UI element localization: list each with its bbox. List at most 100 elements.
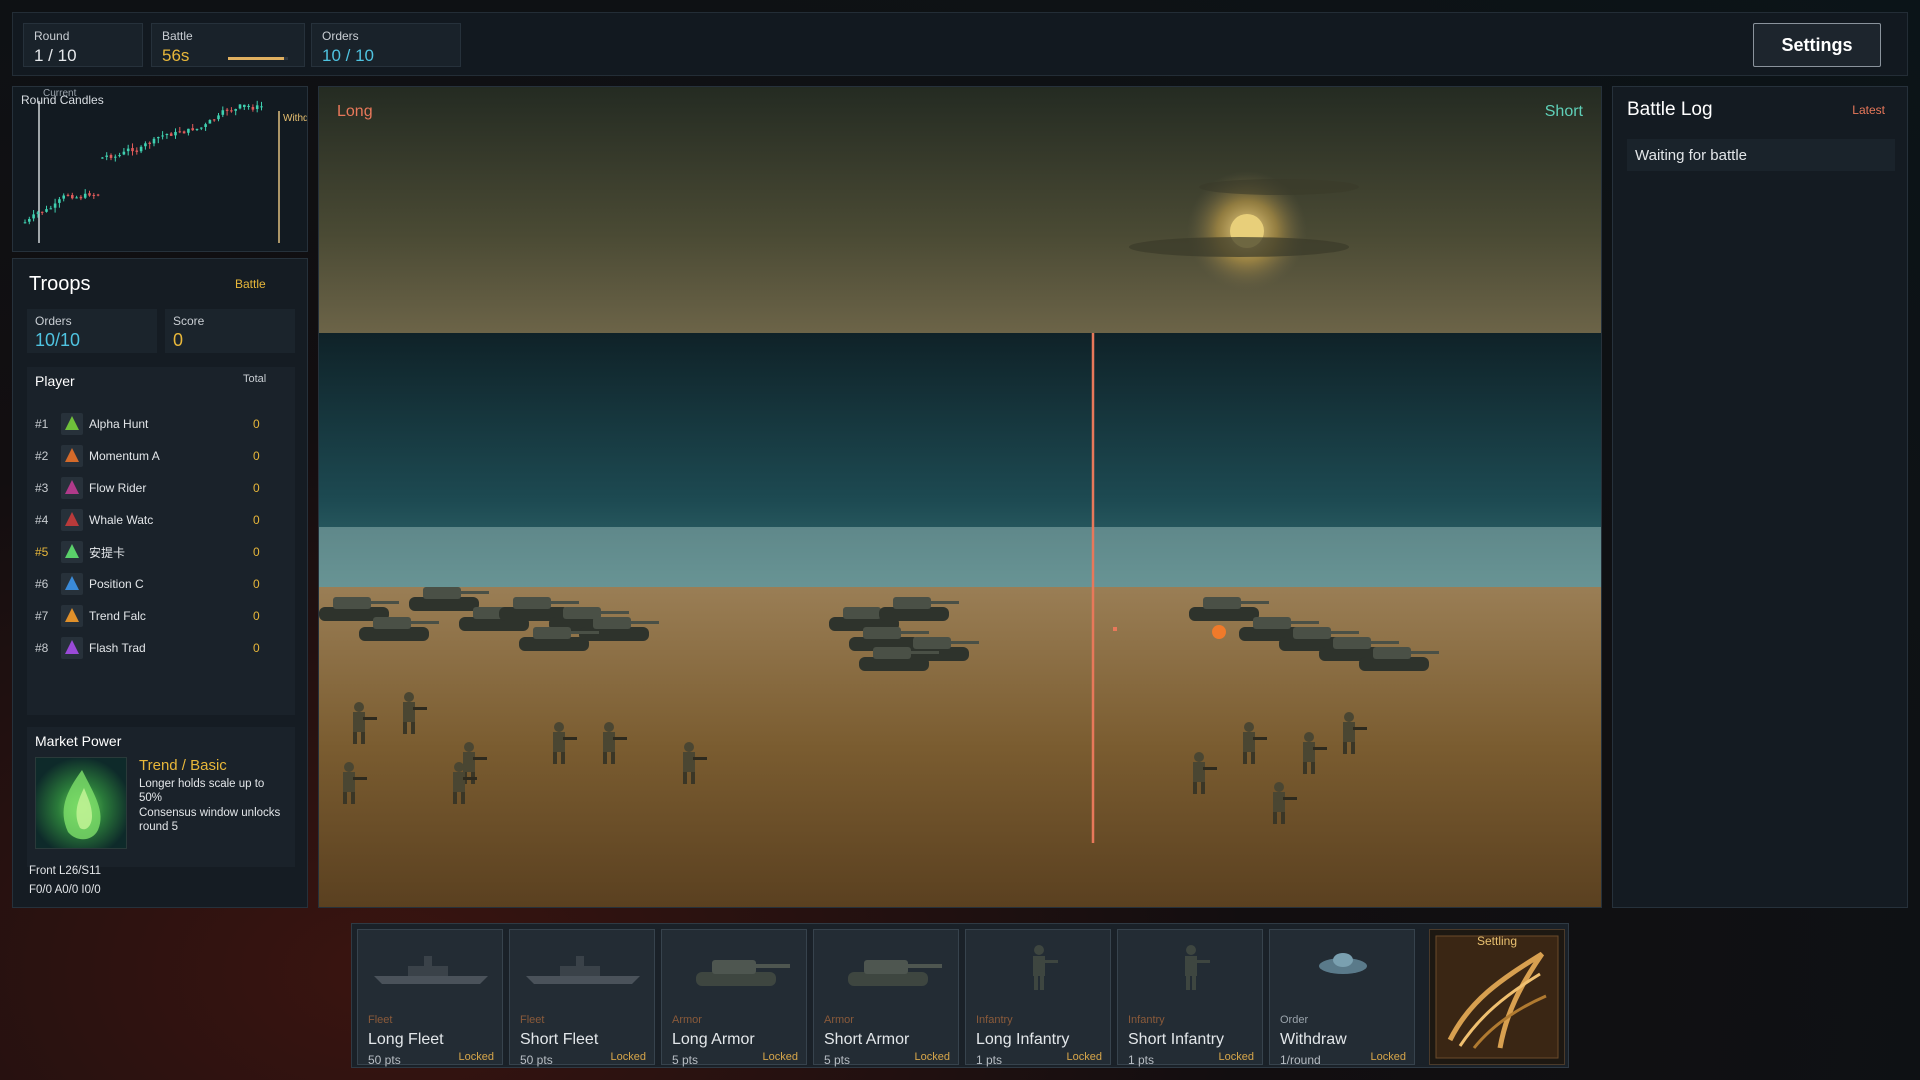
card-name: Long Infantry <box>976 1031 1070 1048</box>
player-row[interactable]: #8 Flash Trad 0 <box>35 633 293 663</box>
player-row[interactable]: #2 Momentum A 0 <box>35 441 293 471</box>
candle-body <box>165 134 169 136</box>
candle-body <box>40 211 44 213</box>
candle-body <box>23 222 27 224</box>
player-rank: #6 <box>35 577 49 591</box>
candle-body <box>144 143 147 147</box>
candle-body <box>79 196 83 199</box>
candle-body <box>195 128 199 130</box>
troops-title: Troops <box>29 273 91 295</box>
score-value: 0 <box>173 330 184 350</box>
cloud <box>1199 179 1359 195</box>
trend-power-emblem <box>35 757 127 849</box>
card-points: 5 pts <box>672 1053 699 1067</box>
leaf-flame-icon <box>63 770 101 840</box>
order-card[interactable]: Fleet Short Fleet 50 pts Locked <box>509 929 655 1067</box>
troops-orders-box: Orders 10/10 <box>27 309 157 353</box>
card-status: Locked <box>458 1051 494 1063</box>
candle-body <box>178 131 182 133</box>
card-category: Infantry <box>976 1014 1013 1026</box>
player-avatar-icon <box>61 605 83 627</box>
candle-body <box>230 110 233 112</box>
card-points: 50 pts <box>368 1053 401 1067</box>
order-card[interactable]: Armor Short Armor 5 pts Locked <box>813 929 959 1067</box>
candle-body <box>238 104 242 109</box>
score-label: Score <box>173 314 205 328</box>
battle-label: Battle <box>162 29 193 43</box>
card-points: 5 pts <box>824 1053 851 1067</box>
short-label: Short <box>1544 103 1583 120</box>
candle-body <box>75 197 78 199</box>
player-avatar-icon <box>61 573 83 595</box>
order-card[interactable]: Armor Long Armor 5 pts Locked <box>661 929 807 1067</box>
battlefield[interactable]: Long Short <box>318 86 1602 908</box>
settings-button[interactable]: Settings <box>1753 23 1881 67</box>
battlefield-scene <box>319 87 1601 907</box>
player-rank: #1 <box>35 417 49 431</box>
player-row[interactable]: #3 Flow Rider 0 <box>35 473 293 503</box>
round-stat: Round 1 / 10 <box>23 23 143 67</box>
player-row[interactable]: #5 安提卡 0 <box>35 537 293 567</box>
round-candles-panel: Round Candles Current Withdraw <box>12 86 308 252</box>
player-name: Position C <box>89 577 144 591</box>
candle-body <box>251 107 255 110</box>
candle-body <box>88 193 91 196</box>
card-name: Withdraw <box>1280 1031 1347 1048</box>
order-card[interactable]: Order Withdraw 1/round Locked <box>1269 929 1415 1067</box>
card-status: Locked <box>1066 1051 1102 1063</box>
candle-body <box>152 138 156 144</box>
card-name: Long Fleet <box>368 1031 444 1048</box>
player-row[interactable]: #6 Position C 0 <box>35 569 293 599</box>
battle-log-panel: Battle Log Latest Waiting for battle <box>1612 86 1908 908</box>
candle-body <box>131 148 134 152</box>
player-total: 0 <box>253 609 260 623</box>
candle-body <box>96 194 100 196</box>
player-name: Momentum A <box>89 449 160 463</box>
battleship-icon <box>374 956 488 984</box>
market-power-title: Market Power <box>35 733 122 749</box>
battle-stat: Battle 56s <box>151 23 305 67</box>
candle-body <box>114 156 117 158</box>
latest-button[interactable]: Latest <box>1852 103 1885 117</box>
candle-body <box>212 119 216 121</box>
candle-body <box>161 135 164 137</box>
front-marker <box>1113 627 1117 631</box>
candle-body <box>92 194 96 196</box>
dragon-emblem-icon <box>1435 935 1559 1059</box>
order-card[interactable]: Infantry Long Infantry 1 pts Locked <box>965 929 1111 1067</box>
forces-status: F0/0 A0/0 I0/0 <box>29 884 101 896</box>
orders-stat: Orders 10 / 10 <box>311 23 461 67</box>
market-power-box: Market Power Trend / Basic Longer holds … <box>27 727 295 867</box>
player-rank: #5 <box>35 545 49 559</box>
player-avatar-icon <box>61 445 83 467</box>
player-rank: #3 <box>35 481 49 495</box>
front-status: Front L26/S11 <box>29 865 102 877</box>
card-name: Short Infantry <box>1128 1031 1225 1048</box>
candle-body <box>174 131 177 136</box>
player-name: Flash Trad <box>89 641 146 655</box>
player-row[interactable]: #1 Alpha Hunt 0 <box>35 409 293 439</box>
market-power-name: Trend / Basic <box>139 757 227 774</box>
troops-orders-value: 10/10 <box>35 330 81 350</box>
battle-tag[interactable]: Battle <box>235 277 266 291</box>
order-card[interactable]: Infantry Short Infantry 1 pts Locked <box>1117 929 1263 1067</box>
card-name: Long Armor <box>672 1031 755 1048</box>
candle-body <box>101 157 104 159</box>
player-name: Flow Rider <box>89 481 147 495</box>
round-value: 1 / 10 <box>34 46 77 65</box>
sky <box>319 87 1601 333</box>
candle-body <box>45 209 48 212</box>
orders-value: 10 / 10 <box>322 46 374 65</box>
candle-body <box>126 148 130 152</box>
player-row[interactable]: #4 Whale Watc 0 <box>35 505 293 535</box>
candle-body <box>182 131 186 134</box>
player-row[interactable]: #7 Trend Falc 0 <box>35 601 293 631</box>
player-name: Trend Falc <box>89 609 146 623</box>
candle-body <box>135 150 139 152</box>
order-card[interactable]: Fleet Long Fleet 50 pts Locked <box>357 929 503 1067</box>
candle-body <box>139 146 143 152</box>
candle-body <box>32 214 35 219</box>
card-points: 1 pts <box>1128 1053 1155 1067</box>
card-name: Short Armor <box>824 1031 910 1048</box>
player-name: Whale Watc <box>89 513 154 527</box>
